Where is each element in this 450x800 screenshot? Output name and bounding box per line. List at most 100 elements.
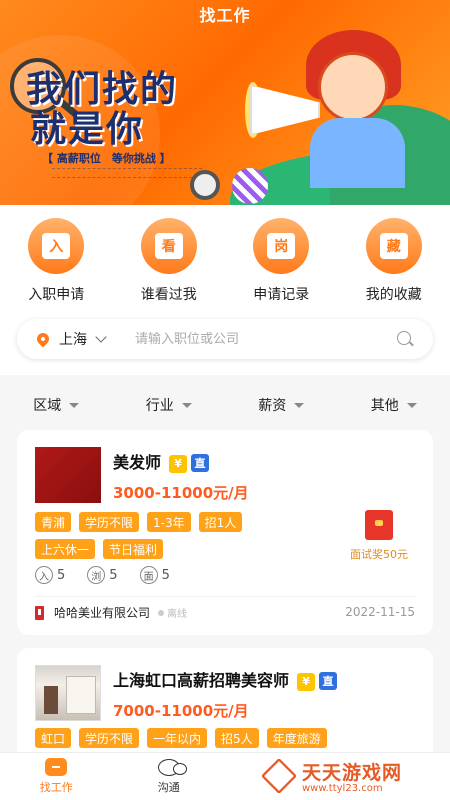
filter-bar: 区域 行业 薪资 其他 xyxy=(0,385,450,425)
character-illustration xyxy=(310,118,405,188)
action-application-records[interactable]: 岗 申请记录 xyxy=(225,205,338,305)
card-divider xyxy=(35,596,415,597)
entry-icon: 入 xyxy=(35,566,53,584)
site-watermark: 天天游戏网 www.ttyl23.com xyxy=(260,752,450,800)
job-tags: 青浦 学历不限 1-3年 招1人 xyxy=(35,512,243,532)
action-icon-char: 藏 xyxy=(379,233,408,259)
action-label: 入职申请 xyxy=(28,287,85,303)
search-area: 上海 xyxy=(0,305,450,375)
watermark-logo-icon xyxy=(260,757,298,795)
status-dot-icon xyxy=(158,609,165,616)
stat-entries: 入5 xyxy=(35,566,65,584)
job-tag: 节日福利 xyxy=(103,539,164,559)
status-label: 离线 xyxy=(167,609,188,620)
banner-tagline: 【 高薪职位 等你挑战 】 xyxy=(42,152,171,165)
job-thumbnail xyxy=(35,665,101,721)
chat-icon xyxy=(157,758,187,776)
interview-reward[interactable]: 面试奖50元 xyxy=(343,510,415,562)
job-tag: 学历不限 xyxy=(79,728,140,748)
job-tag: 一年以内 xyxy=(147,728,208,748)
job-card[interactable]: 美发师 ¥ 直 3000-11000元/月 青浦 学历不限 1-3年 招1人 上六休… xyxy=(17,430,433,635)
banner-slogan-line2: 就是你 xyxy=(30,109,145,150)
nav-communicate[interactable]: 沟通 xyxy=(113,753,226,800)
job-stats: 入5 浏5 面5 xyxy=(35,566,170,584)
post-date: 2022-11-15 xyxy=(345,605,415,619)
job-title-row: 上海虹口高薪招聘美容师 ¥ 直 xyxy=(113,667,338,691)
red-envelope-icon xyxy=(365,510,393,540)
filter-other[interactable]: 其他 xyxy=(338,385,450,425)
page-title: 找工作 xyxy=(199,6,251,25)
filter-label: 区域 xyxy=(33,398,62,414)
action-who-viewed-me[interactable]: 看 谁看过我 xyxy=(113,205,226,305)
direct-badge-icon: 直 xyxy=(191,454,210,472)
action-label: 我的收藏 xyxy=(365,287,422,303)
search-icon[interactable] xyxy=(397,331,411,345)
direct-badge-icon: 直 xyxy=(319,672,338,690)
filter-label: 行业 xyxy=(145,398,174,414)
action-icon-char: 入 xyxy=(42,233,71,259)
job-tag: 虹口 xyxy=(35,728,72,748)
caret-down-icon xyxy=(294,402,305,408)
job-title: 上海虹口高薪招聘美容师 xyxy=(113,671,290,690)
job-tag: 招5人 xyxy=(215,728,259,748)
caret-down-icon xyxy=(181,402,192,408)
watermark-url: www.ttyl23.com xyxy=(302,783,383,794)
action-entry-application[interactable]: 入 入职申请 xyxy=(0,205,113,305)
filter-industry[interactable]: 行业 xyxy=(113,385,226,425)
stat-value: 5 xyxy=(109,567,118,583)
stat-views: 浏5 xyxy=(87,566,118,584)
filter-salary[interactable]: 薪资 xyxy=(225,385,338,425)
company-name: 哈哈美业有限公司 xyxy=(54,606,151,620)
nav-label: 沟通 xyxy=(157,780,180,794)
stat-value: 5 xyxy=(161,567,170,583)
job-tag: 1-3年 xyxy=(147,512,191,532)
entry-doc-icon: 入 xyxy=(28,218,85,274)
filter-label: 其他 xyxy=(370,398,399,414)
job-tag: 年度旅游 xyxy=(266,728,327,748)
city-selector[interactable]: 上海 xyxy=(59,329,87,349)
nav-label: 找工作 xyxy=(39,781,73,794)
company-building-icon xyxy=(35,605,44,620)
banner-tagline-decoration xyxy=(52,168,202,178)
caret-down-icon xyxy=(406,402,417,408)
company-row[interactable]: 哈哈美业有限公司 离线 xyxy=(35,604,187,621)
filter-region[interactable]: 区域 xyxy=(0,385,113,425)
stat-interviews: 面5 xyxy=(139,566,170,584)
action-my-favorites[interactable]: 藏 我的收藏 xyxy=(338,205,450,305)
job-thumbnail xyxy=(35,447,101,503)
location-pin-icon xyxy=(34,330,52,348)
nav-find-job[interactable]: 找工作 xyxy=(0,753,113,800)
job-salary: 3000-11000元/月 xyxy=(113,484,249,502)
job-title-row: 美发师 ¥ 直 xyxy=(113,449,210,473)
job-title: 美发师 xyxy=(113,453,162,472)
job-tags: 虹口 学历不限 一年以内 招5人 年度旅游 xyxy=(35,728,327,748)
search-input[interactable] xyxy=(135,331,365,347)
header-banner[interactable]: 我们找的 就是你 【 高薪职位 等你挑战 】 找工作 xyxy=(0,0,450,205)
search-bar: 上海 xyxy=(17,319,433,359)
chevron-down-icon[interactable] xyxy=(95,330,107,343)
job-tag: 学历不限 xyxy=(79,512,140,532)
record-doc-icon: 岗 xyxy=(253,218,310,274)
job-benefit-tags: 上六休一 节日福利 xyxy=(35,539,164,559)
reward-label: 面试奖50元 xyxy=(350,548,408,561)
ball-illustration xyxy=(232,168,268,204)
job-tag: 青浦 xyxy=(35,512,72,532)
view-icon: 浏 xyxy=(87,566,106,584)
home-icon xyxy=(45,758,68,776)
favorite-doc-icon: 藏 xyxy=(365,218,422,274)
quick-actions: 入 入职申请 看 谁看过我 岗 申请记录 藏 我的收藏 xyxy=(0,205,450,305)
stat-value: 5 xyxy=(57,567,66,583)
character-illustration xyxy=(318,52,388,122)
online-status: 离线 xyxy=(158,605,187,620)
action-icon-char: 看 xyxy=(154,233,183,259)
job-tag: 招1人 xyxy=(198,512,243,532)
job-salary: 7000-11000元/月 xyxy=(113,702,249,720)
salary-badge-icon: ¥ xyxy=(297,672,316,691)
action-icon-char: 岗 xyxy=(267,233,296,259)
action-label: 申请记录 xyxy=(253,287,310,303)
stethoscope-illustration xyxy=(190,170,220,200)
interview-icon: 面 xyxy=(139,566,158,584)
job-tag: 上六休一 xyxy=(35,539,96,559)
viewed-doc-icon: 看 xyxy=(140,218,197,274)
salary-badge-icon: ¥ xyxy=(169,454,188,473)
